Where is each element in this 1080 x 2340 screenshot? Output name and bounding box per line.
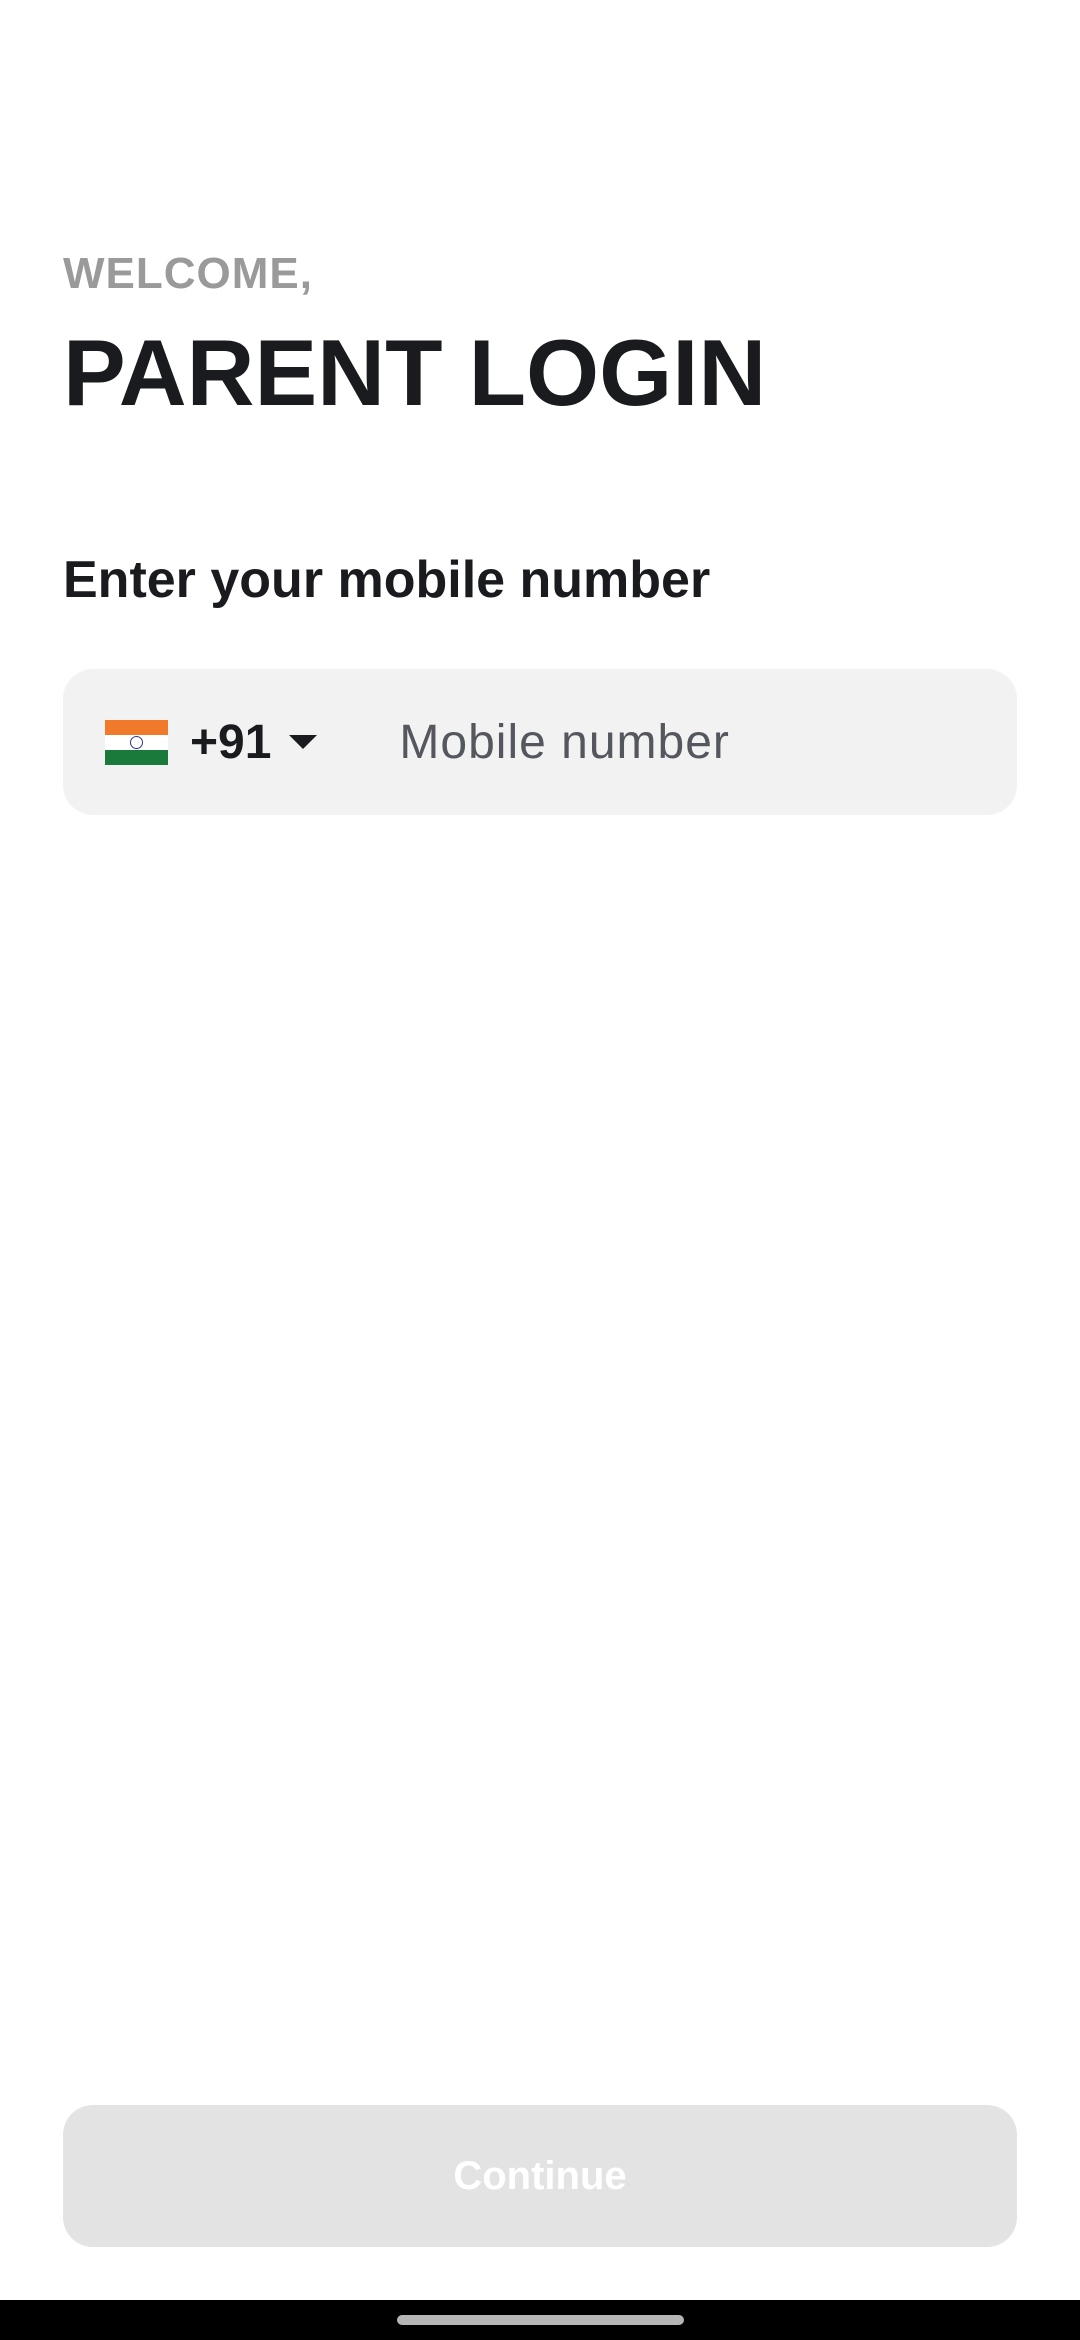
dial-code: +91 [190,715,272,769]
country-code-selector[interactable]: +91 [63,669,318,815]
caret-down-icon [289,735,318,749]
login-screen: WELCOME, PARENT LOGIN Enter your mobile … [0,0,1080,2340]
india-flag-icon [105,719,168,765]
welcome-label: WELCOME, [63,249,313,298]
mobile-number-input[interactable] [397,668,1023,816]
mobile-number-prompt: Enter your mobile number [63,551,711,609]
phone-input-container: +91 [63,668,1023,816]
system-navigation-bar [0,2300,1080,2340]
page-title: PARENT LOGIN [63,320,767,425]
home-gesture-handle[interactable] [397,2315,684,2325]
continue-button[interactable]: Continue [63,2105,1017,2247]
